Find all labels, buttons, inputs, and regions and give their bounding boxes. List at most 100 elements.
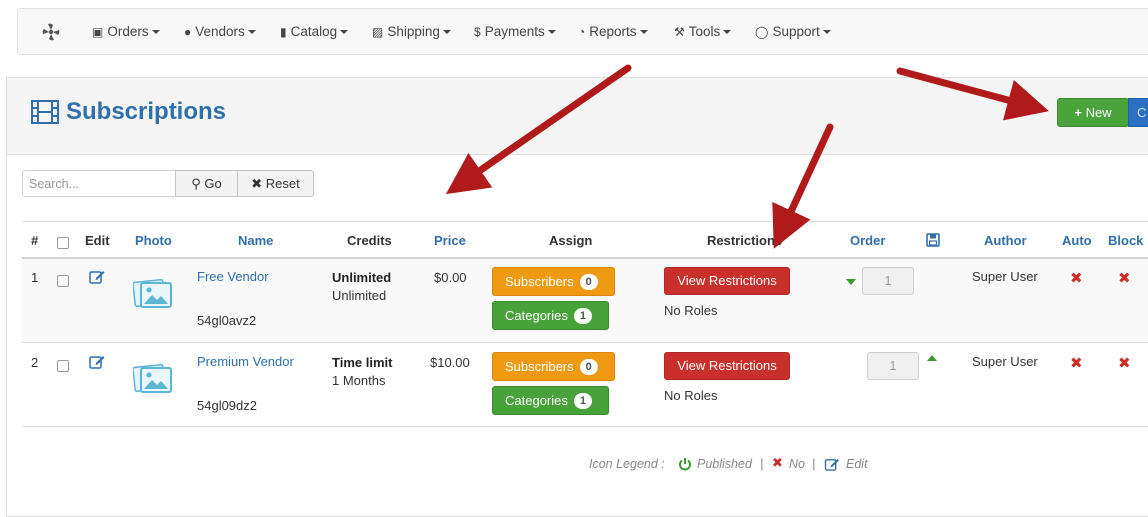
row-checkbox[interactable] bbox=[57, 275, 69, 287]
plus-icon: + bbox=[1074, 105, 1082, 120]
subscribers-count-badge: 0 bbox=[579, 359, 598, 375]
reset-button[interactable]: ✖ Reset bbox=[237, 170, 314, 197]
col-header-name[interactable]: Name bbox=[238, 233, 273, 248]
col-header-author[interactable]: Author bbox=[984, 233, 1027, 248]
view-restrictions-button[interactable]: View Restrictions bbox=[664, 352, 790, 380]
go-button[interactable]: ⚲ Go bbox=[175, 170, 238, 197]
dollar-icon: $ bbox=[474, 25, 481, 39]
edit-icon[interactable] bbox=[89, 269, 105, 284]
credits-type: Time limit bbox=[332, 355, 393, 370]
legend-no: No bbox=[789, 457, 805, 471]
legend-separator: | bbox=[760, 457, 764, 471]
nav-shipping[interactable]: ▨ Shipping bbox=[372, 24, 451, 39]
lifebuoy-icon: ◯ bbox=[755, 25, 769, 39]
save-order-icon[interactable] bbox=[926, 233, 940, 247]
pie-chart-icon: ◔ bbox=[578, 25, 586, 39]
col-header-price[interactable]: Price bbox=[434, 233, 466, 248]
subscribers-button[interactable]: Subscribers 0 bbox=[492, 267, 615, 296]
price: $0.00 bbox=[434, 270, 467, 285]
secondary-header-button[interactable]: C bbox=[1128, 98, 1148, 127]
caret-down-icon bbox=[639, 30, 648, 35]
col-header-photo[interactable]: Photo bbox=[135, 233, 172, 248]
caret-down-icon bbox=[547, 30, 556, 35]
photo-icon[interactable] bbox=[133, 277, 175, 309]
row-number: 1 bbox=[31, 270, 39, 285]
row-number: 2 bbox=[31, 355, 39, 370]
row-divider bbox=[22, 342, 1148, 343]
user-icon: ● bbox=[184, 25, 192, 39]
top-navbar: ▣ Orders ● Vendors ▮ Catalog ▨ Shipping $ Pay… bbox=[17, 8, 1148, 55]
block-no-icon[interactable]: ✖ bbox=[1118, 269, 1131, 287]
subscription-name-link[interactable]: Free Vendor bbox=[197, 269, 269, 284]
nav-support[interactable]: ◯ Support bbox=[755, 24, 831, 39]
film-icon bbox=[31, 100, 59, 124]
nav-orders[interactable]: ▣ Orders bbox=[92, 24, 160, 39]
col-header-num: # bbox=[31, 233, 39, 248]
roles-text: No Roles bbox=[664, 388, 718, 403]
col-header-block[interactable]: Block bbox=[1108, 233, 1143, 248]
search-input[interactable] bbox=[22, 170, 176, 197]
price: $10.00 bbox=[430, 355, 470, 370]
caret-down-icon bbox=[822, 30, 831, 35]
caret-down-icon bbox=[442, 30, 451, 35]
nav-catalog[interactable]: ▮ Catalog bbox=[280, 24, 349, 39]
row-checkbox[interactable] bbox=[57, 360, 69, 372]
row-divider bbox=[22, 426, 1148, 427]
col-header-edit: Edit bbox=[85, 233, 110, 248]
categories-button[interactable]: Categories 1 bbox=[492, 301, 609, 330]
block-no-icon[interactable]: ✖ bbox=[1118, 354, 1131, 372]
pinwheel-icon[interactable] bbox=[40, 22, 62, 42]
legend-published: Published bbox=[697, 457, 752, 471]
auto-no-icon[interactable]: ✖ bbox=[1070, 269, 1083, 287]
panel-header: Subscriptions + New C bbox=[7, 78, 1148, 155]
money-icon: ▣ bbox=[92, 25, 104, 39]
subscription-name-link[interactable]: Premium Vendor bbox=[197, 354, 294, 369]
caret-down-icon bbox=[723, 30, 732, 35]
nav-payments[interactable]: $ Payments bbox=[474, 24, 556, 39]
credits-type: Unlimited bbox=[332, 270, 392, 285]
move-up-icon[interactable] bbox=[927, 355, 937, 361]
legend-no-icon: ✖ bbox=[772, 455, 783, 470]
caret-down-icon bbox=[247, 30, 256, 35]
credits-value: 1 Months bbox=[332, 373, 386, 388]
credits-value: Unlimited bbox=[332, 288, 387, 303]
categories-button[interactable]: Categories 1 bbox=[492, 386, 609, 415]
legend-separator: | bbox=[812, 457, 816, 471]
col-header-auto[interactable]: Auto bbox=[1062, 233, 1092, 248]
author: Super User bbox=[972, 354, 1038, 369]
nav-tools[interactable]: ⚒ Tools bbox=[674, 24, 732, 39]
auto-no-icon[interactable]: ✖ bbox=[1070, 354, 1083, 372]
edit-icon[interactable] bbox=[89, 354, 105, 369]
author: Super User bbox=[972, 269, 1038, 284]
nav-reports[interactable]: ◔ Reports bbox=[578, 24, 648, 39]
power-icon bbox=[679, 458, 691, 471]
col-header-restrictions: Restrictions bbox=[707, 233, 783, 248]
table-top-border bbox=[22, 221, 1148, 222]
legend-edit-icon bbox=[824, 458, 839, 471]
wrench-icon: ⚒ bbox=[674, 25, 685, 39]
photo-icon[interactable] bbox=[133, 362, 175, 394]
truck-icon: ▨ bbox=[372, 25, 384, 39]
col-header-order[interactable]: Order bbox=[850, 233, 885, 248]
order-input[interactable]: 1 bbox=[862, 267, 914, 295]
subscription-code: 54gl0avz2 bbox=[197, 313, 257, 328]
bookmark-icon: ▮ bbox=[280, 25, 287, 39]
page-title: Subscriptions bbox=[66, 98, 227, 125]
roles-text: No Roles bbox=[664, 303, 718, 318]
subscribers-button[interactable]: Subscribers 0 bbox=[492, 352, 615, 381]
col-header-assign: Assign bbox=[549, 233, 593, 248]
nav-vendors[interactable]: ● Vendors bbox=[184, 24, 256, 39]
col-header-credits: Credits bbox=[347, 233, 392, 248]
subscription-code: 54gl09dz2 bbox=[197, 398, 257, 413]
legend-edit: Edit bbox=[846, 457, 868, 471]
subscribers-count-badge: 0 bbox=[579, 274, 598, 290]
view-restrictions-button[interactable]: View Restrictions bbox=[664, 267, 790, 295]
select-all-checkbox[interactable] bbox=[57, 237, 69, 249]
move-down-icon[interactable] bbox=[846, 279, 856, 285]
search-icon: ⚲ bbox=[191, 176, 201, 191]
categories-count-badge: 1 bbox=[573, 393, 592, 409]
categories-count-badge: 1 bbox=[573, 308, 592, 324]
new-button[interactable]: + New bbox=[1057, 98, 1129, 127]
close-icon: ✖ bbox=[251, 176, 263, 191]
order-input[interactable]: 1 bbox=[867, 352, 919, 380]
